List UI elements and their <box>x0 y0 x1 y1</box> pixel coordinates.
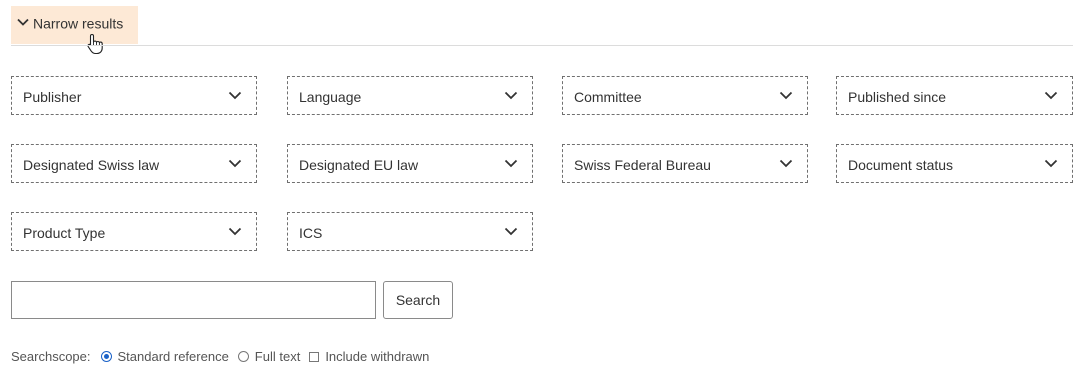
filter-designated-eu-law-dropdown[interactable]: Designated EU law <box>287 144 533 183</box>
scope-option-include-withdrawn[interactable]: Include withdrawn <box>309 349 429 364</box>
filter-language-dropdown[interactable]: Language <box>287 76 533 115</box>
hand-pointer-cursor-icon <box>86 33 104 60</box>
scope-option-full-text[interactable]: Full text <box>237 349 301 364</box>
filter-label: Published since <box>848 89 947 105</box>
filter-label: ICS <box>299 225 323 241</box>
radio-checked-icon[interactable] <box>100 351 112 362</box>
filter-label: Publisher <box>23 89 82 105</box>
chevron-down-icon <box>1044 91 1058 100</box>
chevron-down-icon <box>504 227 518 236</box>
filter-label: Committee <box>574 89 642 105</box>
filter-swiss-federal-bureau-dropdown[interactable]: Swiss Federal Bureau <box>562 144 808 183</box>
chevron-down-icon <box>1044 159 1058 168</box>
filter-designated-swiss-law-dropdown[interactable]: Designated Swiss law <box>11 144 257 183</box>
filter-label: Language <box>299 89 362 105</box>
filter-product-type-dropdown[interactable]: Product Type <box>11 212 257 251</box>
search-button[interactable]: Search <box>383 281 453 319</box>
search-input[interactable] <box>11 281 376 319</box>
filter-committee-dropdown[interactable]: Committee <box>562 76 808 115</box>
chevron-down-icon <box>504 159 518 168</box>
search-scope-label: Searchscope: <box>11 349 91 364</box>
scope-option-label: Standard reference <box>117 349 229 364</box>
chevron-down-icon <box>228 227 242 236</box>
filter-label: Document status <box>848 157 954 173</box>
section-divider <box>11 45 1073 46</box>
search-scope-row: Searchscope: Standard reference Full tex… <box>11 349 438 364</box>
chevron-down-icon <box>228 91 242 100</box>
narrow-results-toggle[interactable]: Narrow results <box>11 6 138 44</box>
chevron-down-icon <box>228 159 242 168</box>
filter-ics-dropdown[interactable]: ICS <box>287 212 533 251</box>
narrow-results-label: Narrow results <box>33 15 124 32</box>
filter-publisher-dropdown[interactable]: Publisher <box>11 76 257 115</box>
filter-label: Designated EU law <box>299 157 419 173</box>
scope-option-label: Full text <box>254 349 301 364</box>
filter-document-status-dropdown[interactable]: Document status <box>836 144 1073 183</box>
chevron-down-icon <box>17 18 29 27</box>
chevron-down-icon <box>504 91 518 100</box>
filter-label: Designated Swiss law <box>23 157 160 173</box>
radio-unchecked-icon[interactable] <box>237 351 249 362</box>
filter-label: Swiss Federal Bureau <box>574 157 711 173</box>
chevron-down-icon <box>779 91 793 100</box>
scope-option-standard-reference[interactable]: Standard reference <box>100 349 229 364</box>
chevron-down-icon <box>779 159 793 168</box>
checkbox-unchecked-icon[interactable] <box>309 351 320 362</box>
scope-option-label: Include withdrawn <box>325 349 430 364</box>
filter-published-since-dropdown[interactable]: Published since <box>836 76 1073 115</box>
filter-label: Product Type <box>23 225 106 241</box>
